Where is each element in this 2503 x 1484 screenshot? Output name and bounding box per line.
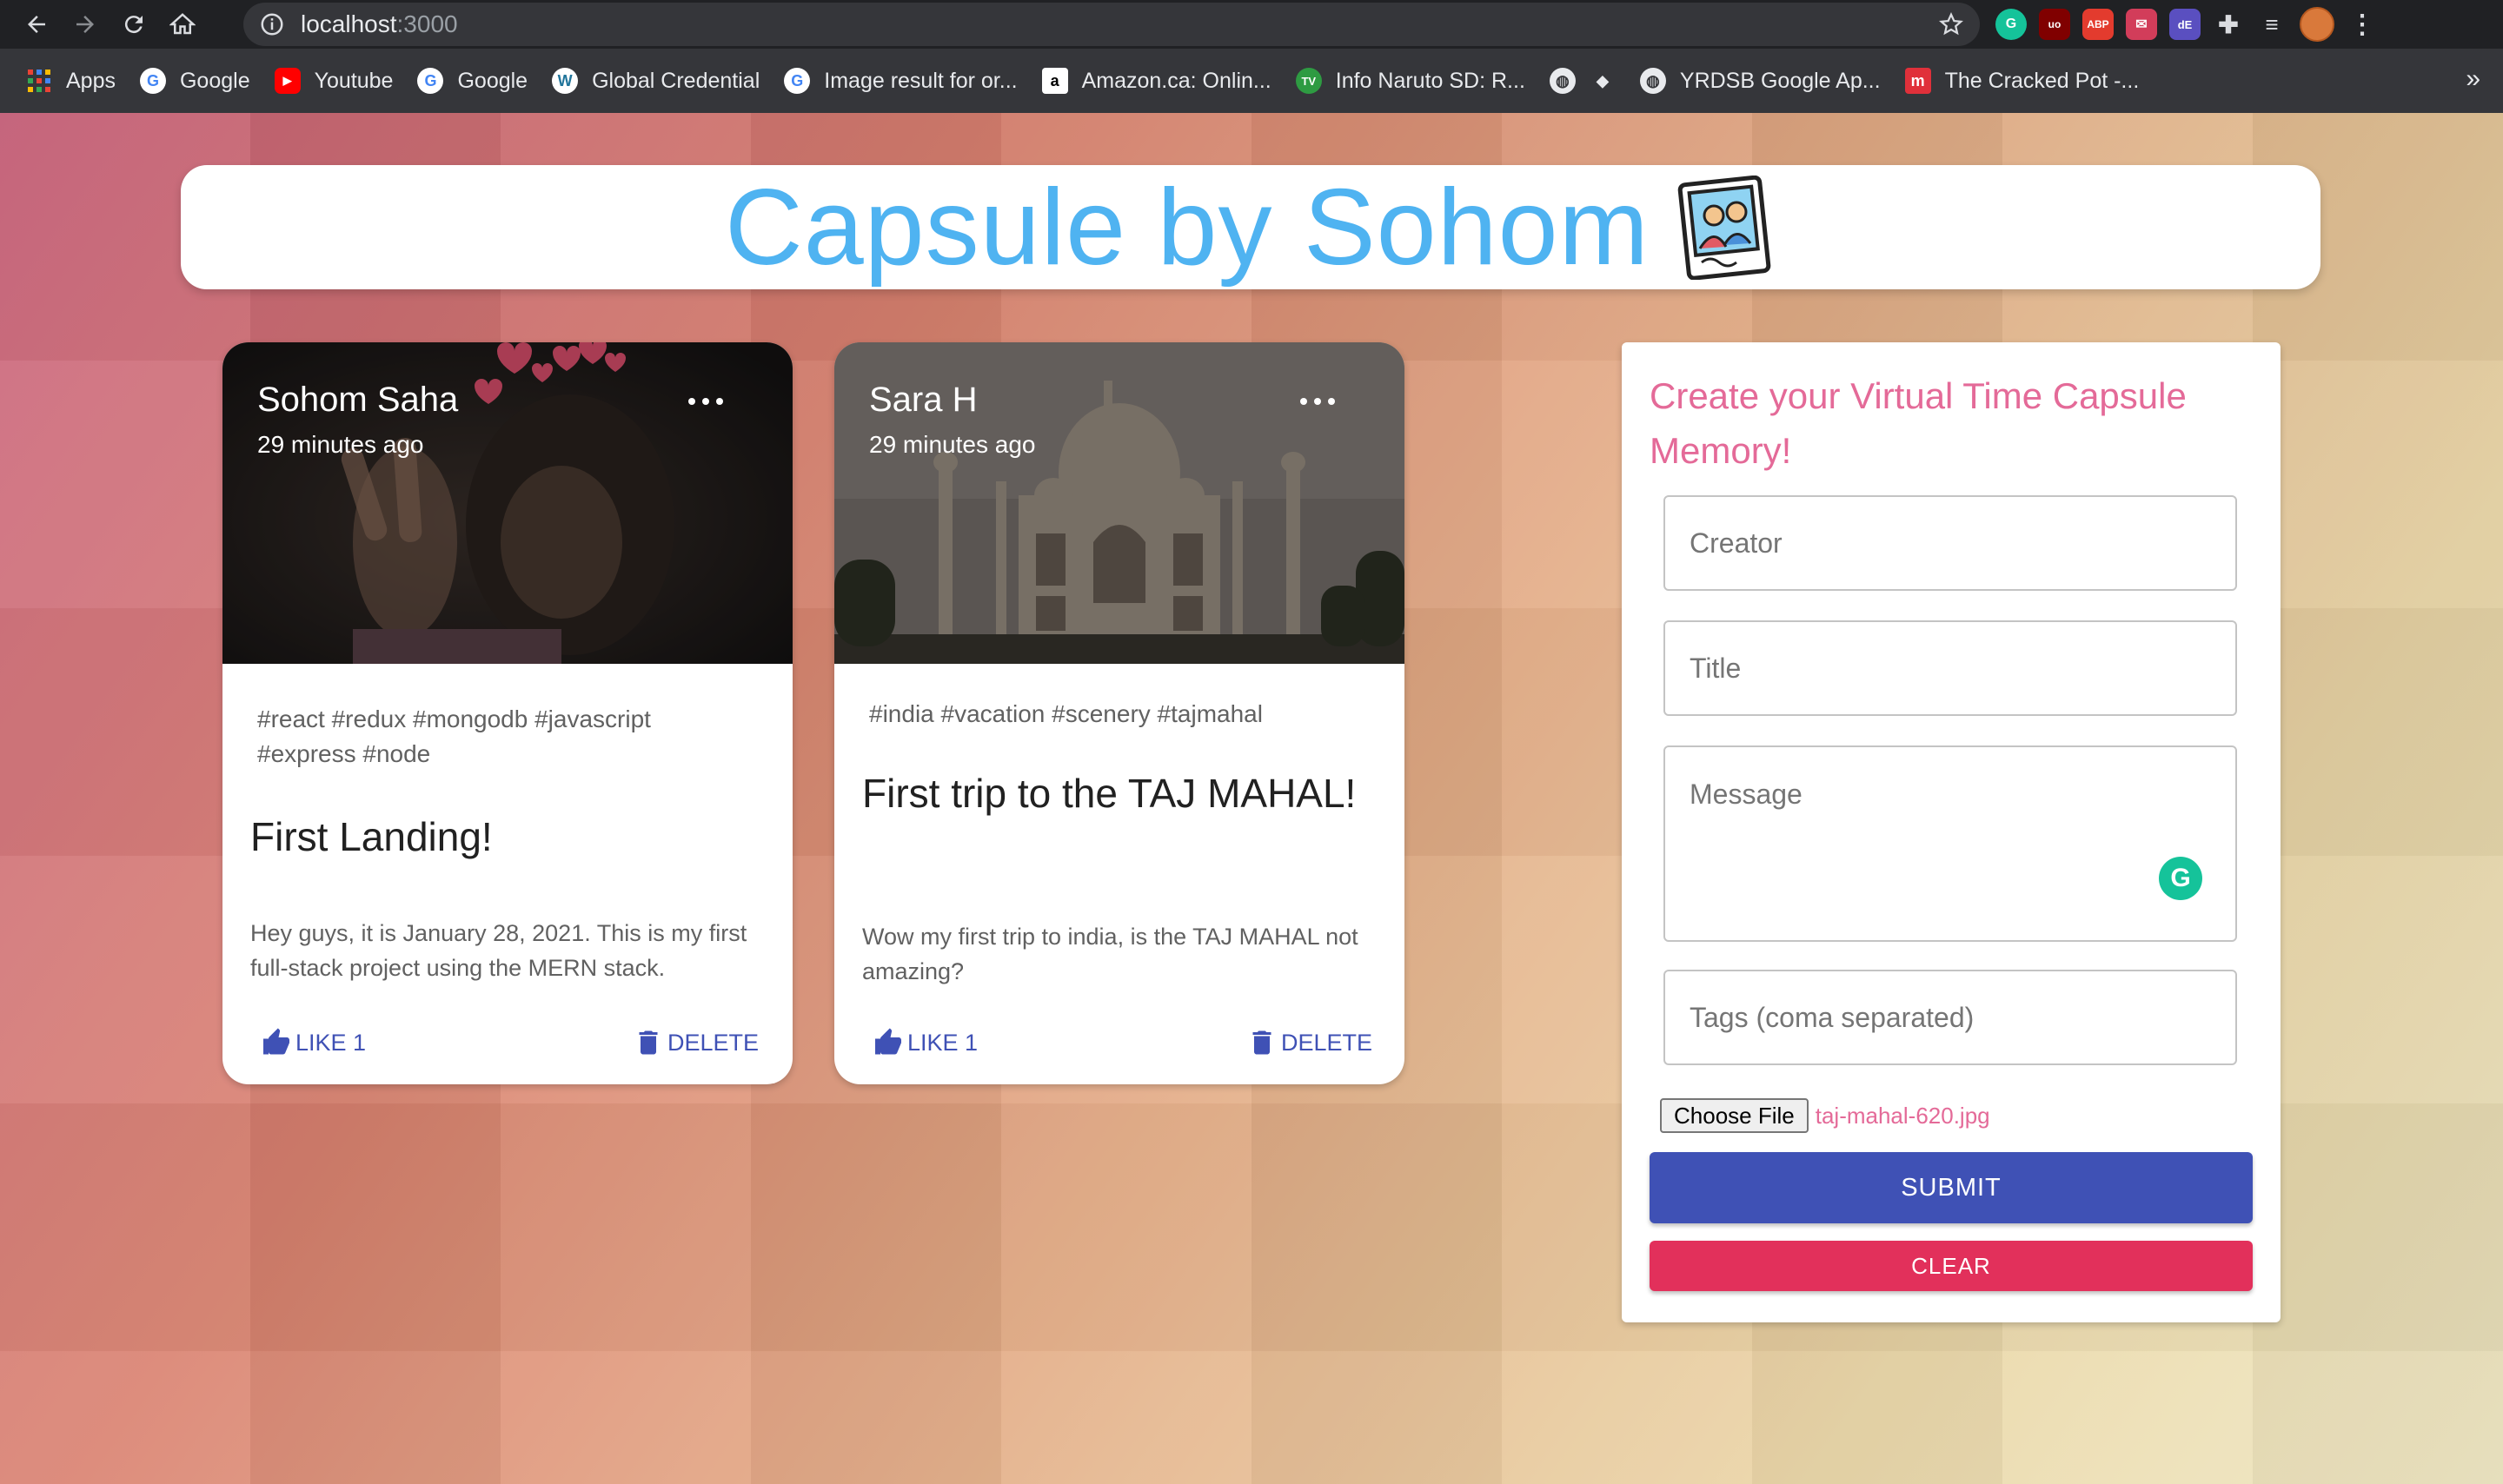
bookmark-label: Youtube bbox=[314, 68, 394, 93]
info-icon[interactable] bbox=[259, 11, 285, 37]
amazon-icon: a bbox=[1041, 68, 1068, 94]
post-timestamp: 29 minutes ago bbox=[257, 431, 424, 458]
extension-purple-icon[interactable]: dE bbox=[2169, 9, 2201, 40]
bookmark-google-2[interactable]: G Google bbox=[405, 49, 540, 113]
bookmark-amazon[interactable]: a Amazon.ca: Onlin... bbox=[1030, 49, 1284, 113]
bookmark-google[interactable]: G Google bbox=[128, 49, 262, 113]
more-options-icon[interactable] bbox=[1300, 393, 1335, 410]
ublock-extension-icon[interactable]: uo bbox=[2039, 9, 2070, 40]
memories-photo-icon bbox=[1677, 175, 1771, 280]
browser-toolbar: localhost:3000 G uo ABP ✉ dE ✚ ≡ ⋮ bbox=[0, 0, 2503, 49]
bookmark-global-credential[interactable]: W Global Credential bbox=[540, 49, 772, 113]
google-icon: G bbox=[139, 68, 166, 94]
bookmark-globe[interactable]: ◍ ◆ bbox=[1537, 49, 1628, 113]
post-title: First Landing! bbox=[250, 814, 493, 859]
post-image: Sohom Saha 29 minutes ago bbox=[222, 342, 793, 664]
post-creator: Sara H bbox=[869, 381, 978, 419]
diamond-icon: ◆ bbox=[1596, 71, 1609, 89]
post-card: Sara H 29 minutes ago #india #vacation #… bbox=[834, 342, 1404, 1084]
bookmark-yrdsb[interactable]: ◍ YRDSB Google Ap... bbox=[1628, 49, 1893, 113]
youtube-icon: ▶ bbox=[274, 68, 301, 94]
bookmark-label: Global Credential bbox=[592, 68, 760, 93]
app-title: Capsule by Sohom bbox=[725, 167, 1650, 288]
file-upload: Choose File taj-mahal-620.jpg bbox=[1660, 1098, 1990, 1133]
post-creator: Sohom Saha bbox=[257, 381, 459, 419]
like-button[interactable]: LIKE 1 bbox=[873, 1027, 978, 1058]
extensions-puzzle-icon[interactable]: ✚ bbox=[2213, 9, 2244, 40]
post-timestamp: 29 minutes ago bbox=[869, 431, 1036, 458]
wordpress-icon: W bbox=[552, 68, 579, 94]
home-icon[interactable] bbox=[158, 0, 207, 49]
post-title: First trip to the TAJ MAHAL! bbox=[862, 771, 1357, 816]
bookmark-label: YRDSB Google Ap... bbox=[1679, 68, 1881, 93]
globe-icon: ◍ bbox=[1549, 68, 1576, 94]
bookmark-image-result[interactable]: G Image result for or... bbox=[772, 49, 1029, 113]
clear-button[interactable]: CLEAR bbox=[1650, 1241, 2253, 1291]
address-bar[interactable]: localhost:3000 bbox=[243, 3, 1980, 46]
post-message: Wow my first trip to india, is the TAJ M… bbox=[862, 924, 1358, 984]
bookmark-apps[interactable]: Apps bbox=[0, 49, 128, 113]
post-image: Sara H 29 minutes ago bbox=[834, 342, 1404, 664]
like-count-label: LIKE 1 bbox=[295, 1029, 367, 1056]
m-icon: m bbox=[1904, 68, 1931, 94]
grammarly-extension-icon[interactable]: G bbox=[1995, 9, 2027, 40]
more-options-icon[interactable] bbox=[688, 393, 723, 410]
bookmark-label: Image result for or... bbox=[824, 68, 1018, 93]
extension-red-icon[interactable]: ✉ bbox=[2126, 9, 2157, 40]
bookmark-label: Amazon.ca: Onlin... bbox=[1081, 68, 1271, 93]
browser-menu-icon[interactable]: ⋮ bbox=[2347, 9, 2378, 40]
bookmark-cracked-pot[interactable]: m The Cracked Pot -... bbox=[1893, 49, 2152, 113]
reload-icon[interactable] bbox=[110, 0, 158, 49]
trash-icon bbox=[1252, 1030, 1271, 1055]
forward-arrow-icon[interactable] bbox=[61, 0, 110, 49]
tags-input[interactable] bbox=[1663, 970, 2237, 1065]
thumb-up-icon bbox=[263, 1028, 289, 1055]
google-icon: G bbox=[784, 68, 811, 94]
bookmark-naruto[interactable]: TV Info Naruto SD: R... bbox=[1284, 49, 1537, 113]
form-title: Create your Virtual Time Capsule Memory! bbox=[1650, 375, 2187, 471]
message-textarea[interactable] bbox=[1663, 745, 2237, 942]
thumb-up-icon bbox=[875, 1028, 901, 1055]
bookmark-youtube[interactable]: ▶ Youtube bbox=[262, 49, 406, 113]
choose-file-button[interactable]: Choose File bbox=[1660, 1098, 1809, 1133]
title-input[interactable] bbox=[1663, 620, 2237, 716]
trash-icon bbox=[639, 1030, 658, 1055]
post-card: Sohom Saha 29 minutes ago #react #redux … bbox=[222, 342, 793, 1084]
creator-input[interactable] bbox=[1663, 495, 2237, 591]
globe-icon: ◍ bbox=[1639, 68, 1666, 94]
bookmarks-bar: Apps G Google ▶ Youtube G Google W Globa… bbox=[0, 49, 2503, 114]
delete-label: DELETE bbox=[1281, 1029, 1373, 1056]
delete-label: DELETE bbox=[667, 1029, 760, 1056]
media-queue-icon[interactable]: ≡ bbox=[2256, 9, 2287, 40]
google-icon: G bbox=[417, 68, 444, 94]
post-message: Hey guys, it is January 28, 2021. This i… bbox=[250, 920, 747, 981]
post-tags: #react #redux #mongodb #javascript #expr… bbox=[257, 706, 651, 767]
delete-button[interactable]: DELETE bbox=[633, 1027, 759, 1058]
app-header: Capsule by Sohom bbox=[181, 165, 2320, 289]
tv-icon: TV bbox=[1295, 68, 1322, 94]
selected-file-name: taj-mahal-620.jpg bbox=[1815, 1102, 1990, 1129]
like-count-label: LIKE 1 bbox=[907, 1029, 979, 1056]
bookmark-star-icon[interactable] bbox=[1938, 11, 1964, 37]
bookmark-label: Google bbox=[457, 68, 528, 93]
bookmarks-overflow-icon[interactable]: » bbox=[2466, 64, 2480, 94]
post-tags: #india #vacation #scenery #tajmahal bbox=[869, 700, 1263, 727]
page-background: Capsule by Sohom Sohom Saha 29 minutes a… bbox=[0, 113, 2503, 1484]
bookmark-label: The Cracked Pot -... bbox=[1944, 68, 2140, 93]
profile-avatar[interactable] bbox=[2300, 7, 2334, 42]
bookmark-label: Google bbox=[179, 68, 250, 93]
adblock-plus-extension-icon[interactable]: ABP bbox=[2082, 9, 2114, 40]
back-arrow-icon[interactable] bbox=[12, 0, 61, 49]
grammarly-icon[interactable]: G bbox=[2159, 857, 2202, 900]
memory-form: Create your Virtual Time Capsule Memory!… bbox=[1622, 342, 2281, 1322]
delete-button[interactable]: DELETE bbox=[1246, 1027, 1372, 1058]
bookmark-label: Info Naruto SD: R... bbox=[1335, 68, 1525, 93]
bookmark-label: Apps bbox=[66, 68, 116, 93]
apps-grid-icon bbox=[26, 68, 52, 94]
url-text: localhost:3000 bbox=[301, 10, 458, 37]
submit-button[interactable]: SUBMIT bbox=[1650, 1152, 2253, 1223]
like-button[interactable]: LIKE 1 bbox=[261, 1027, 366, 1058]
